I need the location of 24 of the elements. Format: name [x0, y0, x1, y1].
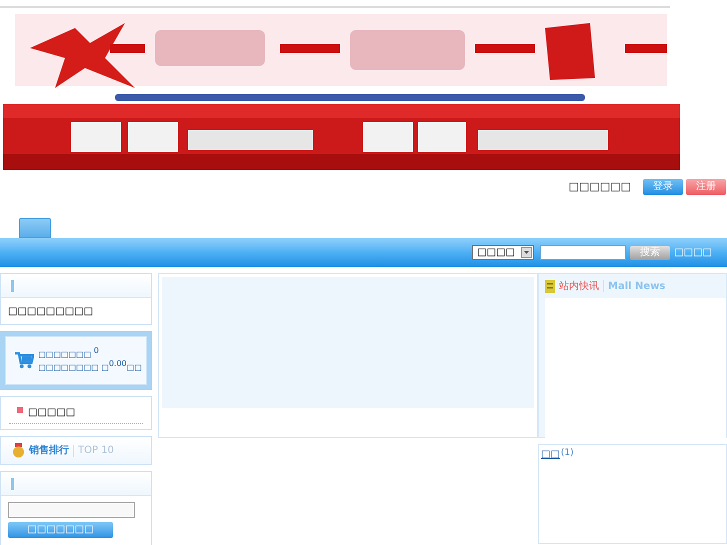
item-count: (1) [560, 447, 574, 460]
submit-button[interactable]: □□□□□□□ [8, 522, 113, 538]
notepad-icon [545, 280, 555, 292]
cart-icon [15, 352, 34, 369]
ranking-subtitle: TOP 10 [78, 444, 114, 458]
welcome-message: □□□□□□□□□ [8, 305, 94, 319]
advanced-search-link[interactable]: □□□□ [674, 245, 712, 260]
item-link[interactable]: □□ [541, 447, 560, 462]
nav-tab[interactable] [19, 218, 51, 238]
input-field[interactable] [8, 502, 135, 518]
ranking-title: 销售排行 [29, 444, 69, 458]
register-button[interactable]: 注册 [686, 179, 726, 195]
news-title: 站内快讯 [559, 280, 599, 294]
login-button[interactable]: 登录 [643, 179, 683, 195]
search-button[interactable]: 搜索 [630, 246, 670, 260]
medal-icon [12, 443, 25, 458]
title-marker-icon [11, 280, 14, 292]
news-subtitle: Mall News [608, 280, 666, 294]
bullet-icon [17, 406, 23, 412]
title-marker-icon [11, 478, 14, 490]
welcome-text: □□□□□□ [568, 178, 631, 195]
category-select[interactable]: □□□□ [472, 245, 534, 260]
category-link[interactable]: □□□□□ [28, 405, 76, 420]
search-field[interactable] [540, 245, 626, 260]
